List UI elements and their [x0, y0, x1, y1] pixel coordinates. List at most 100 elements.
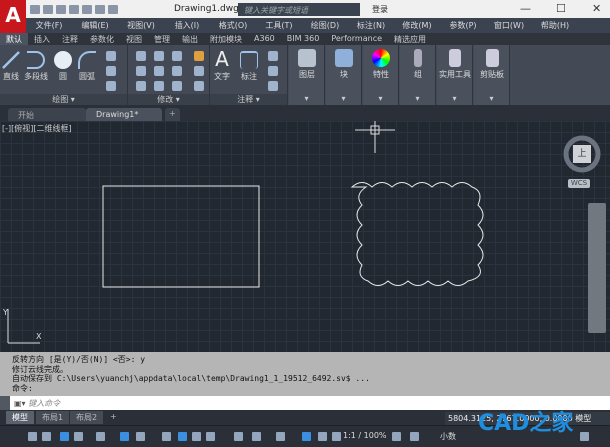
redo-icon[interactable] — [108, 5, 118, 14]
wcs-menu[interactable]: WCS — [568, 179, 590, 188]
line-button[interactable]: 直线 — [2, 51, 20, 82]
draw-panel-label[interactable]: 绘图 ▾ — [0, 94, 127, 105]
tab-featured[interactable]: 精选应用 — [388, 33, 432, 45]
copy-icon[interactable] — [136, 66, 146, 76]
tab-start[interactable]: 开始 — [8, 108, 86, 121]
menu-window[interactable]: 窗口(W) — [486, 18, 532, 33]
tab-performance[interactable]: Performance — [325, 33, 388, 45]
utilities-panel[interactable]: 实用工具 ▾ — [437, 45, 473, 105]
add-layout-button[interactable]: + — [104, 411, 123, 422]
boundary-icon[interactable] — [106, 81, 116, 91]
offset-icon[interactable] — [194, 81, 204, 91]
3d-osnap-icon[interactable] — [206, 432, 215, 441]
polyline-button[interactable]: 多段线 — [24, 51, 48, 82]
maximize-button[interactable]: ☐ — [556, 2, 566, 15]
tab-parametric[interactable]: 参数化 — [84, 33, 120, 45]
tab-home[interactable]: 默认 — [0, 33, 28, 45]
print-icon[interactable] — [82, 5, 92, 14]
properties-panel[interactable]: 特性 ▾ — [363, 45, 399, 105]
tab-layout1[interactable]: 布局1 — [36, 411, 70, 424]
modify-panel-label[interactable]: 修改 ▾ — [128, 94, 209, 105]
new-tab-button[interactable]: + — [165, 108, 180, 121]
selection-filter-icon[interactable] — [252, 432, 261, 441]
tab-annotate[interactable]: 注释 — [56, 33, 84, 45]
tab-view[interactable]: 视图 — [120, 33, 148, 45]
selection-cycling-icon[interactable] — [192, 432, 201, 441]
menu-parametric[interactable]: 参数(P) — [440, 18, 486, 33]
workspace-icon[interactable] — [392, 432, 401, 441]
drawing-viewport[interactable]: [-][俯视][二维线框] YX 上 WCS — [0, 121, 610, 352]
lineweight-icon[interactable] — [162, 432, 171, 441]
erase-icon[interactable] — [194, 51, 204, 61]
circle-button[interactable]: 圆 — [54, 51, 72, 82]
tab-output[interactable]: 输出 — [176, 33, 204, 45]
rotate-icon[interactable] — [154, 51, 164, 61]
tab-manage[interactable]: 管理 — [148, 33, 176, 45]
tab-model[interactable]: 模型 — [6, 411, 34, 424]
menu-format[interactable]: 格式(O) — [210, 18, 256, 33]
customization-icon[interactable] — [580, 432, 589, 441]
polar-icon[interactable] — [74, 432, 83, 441]
object-snap-tracking-icon[interactable] — [120, 432, 129, 441]
isodraft-icon[interactable] — [96, 432, 105, 441]
stretch-icon[interactable] — [136, 81, 146, 91]
tab-insert[interactable]: 插入 — [28, 33, 56, 45]
menu-help[interactable]: 帮助(H) — [532, 18, 578, 33]
annotation-scale-dropdown[interactable]: 1:1 / 100% — [343, 431, 387, 440]
annotation-visibility-icon[interactable] — [302, 432, 311, 441]
tab-layout2[interactable]: 布局2 — [70, 411, 104, 424]
save-icon[interactable] — [56, 5, 66, 14]
menu-edit[interactable]: 编辑(E) — [72, 18, 118, 33]
save-as-icon[interactable] — [69, 5, 79, 14]
new-icon[interactable] — [30, 5, 40, 14]
object-snap-icon[interactable] — [136, 432, 145, 441]
layers-panel[interactable]: 图层 ▾ — [289, 45, 325, 105]
transparency-icon[interactable] — [178, 432, 187, 441]
menu-tools[interactable]: 工具(T) — [256, 18, 302, 33]
array-icon[interactable] — [172, 81, 182, 91]
units-dropdown[interactable]: 小数 — [440, 431, 456, 442]
tab-drawing1[interactable]: Drawing1* — [86, 108, 162, 121]
annotation-monitor-icon[interactable] — [410, 432, 419, 441]
fillet-icon[interactable] — [172, 66, 182, 76]
search-input[interactable]: 键入关键字或短语 — [238, 3, 360, 16]
snap-icon[interactable] — [42, 432, 51, 441]
scale-icon[interactable] — [154, 81, 164, 91]
auto-scale-icon[interactable] — [318, 432, 327, 441]
open-icon[interactable] — [43, 5, 53, 14]
explode-icon[interactable] — [194, 66, 204, 76]
navigation-bar[interactable] — [588, 203, 606, 333]
login-button[interactable]: 登录 — [372, 4, 388, 15]
menu-insert[interactable]: 插入(I) — [164, 18, 210, 33]
hatch-icon[interactable] — [106, 66, 116, 76]
close-button[interactable]: ✕ — [592, 2, 601, 15]
block-panel[interactable]: 块 ▾ — [326, 45, 362, 105]
move-icon[interactable] — [136, 51, 146, 61]
leader-icon[interactable] — [268, 66, 278, 76]
model-space-button[interactable]: 模型 — [575, 414, 591, 423]
tab-bim360[interactable]: BIM 360 — [281, 33, 326, 45]
text-button[interactable]: A 文字 — [214, 47, 230, 82]
minimize-button[interactable]: — — [520, 2, 531, 15]
arc-button[interactable]: 圆弧 — [78, 51, 96, 82]
annotation-panel-label[interactable]: 注释 ▾ — [210, 94, 287, 105]
table-icon[interactable] — [268, 81, 278, 91]
annotation-scale-icon[interactable] — [332, 432, 341, 441]
undo-icon[interactable] — [95, 5, 105, 14]
trim-icon[interactable] — [172, 51, 182, 61]
tab-addins[interactable]: 附加模块 — [204, 33, 248, 45]
clipboard-panel[interactable]: 剪贴板 ▾ — [474, 45, 510, 105]
menu-modify[interactable]: 修改(M) — [394, 18, 440, 33]
menu-draw[interactable]: 绘图(D) — [302, 18, 348, 33]
linear-dim-icon[interactable] — [268, 51, 278, 61]
gizmo-icon[interactable] — [276, 432, 285, 441]
dimension-button[interactable]: 标注 — [240, 51, 258, 82]
mirror-icon[interactable] — [154, 66, 164, 76]
ortho-icon[interactable] — [60, 432, 69, 441]
group-panel[interactable]: 组 ▾ — [400, 45, 436, 105]
menu-dimension[interactable]: 标注(N) — [348, 18, 394, 33]
app-menu-button[interactable]: A — [0, 0, 26, 33]
menu-file[interactable]: 文件(F) — [26, 18, 72, 33]
viewcube[interactable]: 上 — [573, 145, 591, 163]
tab-a360[interactable]: A360 — [248, 33, 281, 45]
